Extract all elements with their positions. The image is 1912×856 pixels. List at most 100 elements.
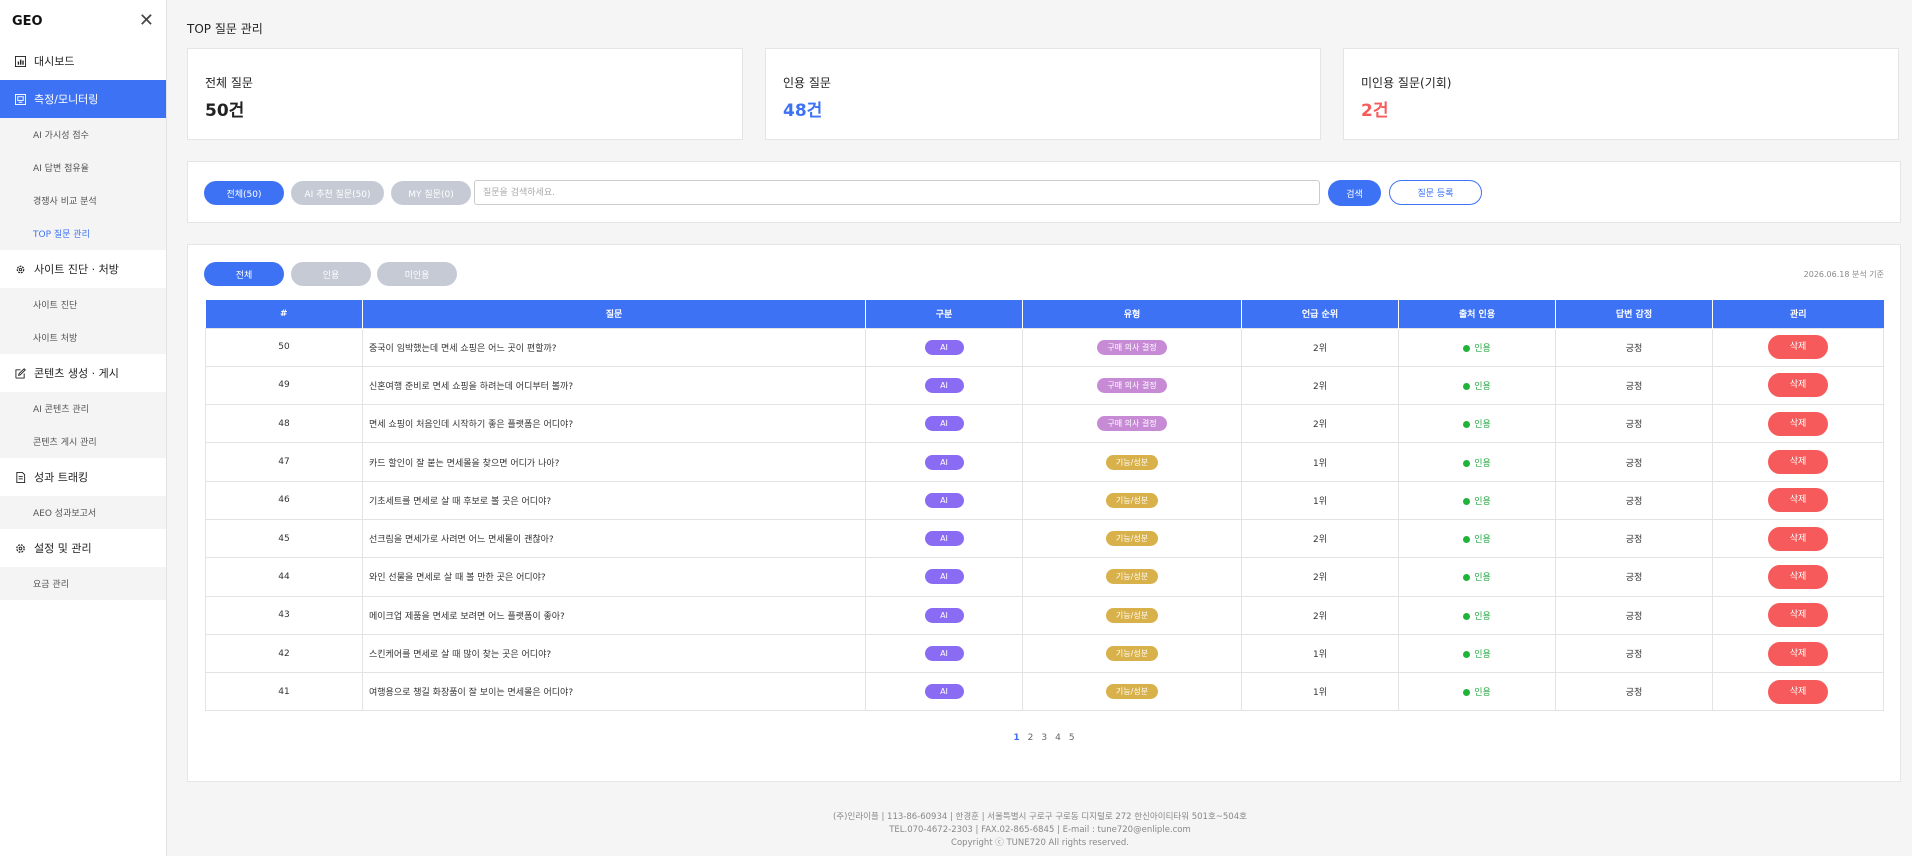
delete-button[interactable]: 삭제 xyxy=(1768,335,1828,360)
delete-button[interactable]: 삭제 xyxy=(1768,679,1828,704)
stat-card-uncited: 미인용 질문(기회) 2건 xyxy=(1343,48,1899,140)
row-manage-cell: 삭제 xyxy=(1712,480,1884,520)
sidebar-section-4[interactable]: 성과 트래킹 xyxy=(0,458,166,496)
citation-status: 인용 xyxy=(1463,573,1491,583)
delete-button[interactable]: 삭제 xyxy=(1768,564,1828,589)
delete-button[interactable]: 삭제 xyxy=(1768,641,1828,666)
sidebar-item[interactable]: AI 가시성 점수 xyxy=(0,118,166,151)
citation-label: 인용 xyxy=(1474,343,1491,354)
tab-filter-cited[interactable]: 인용 xyxy=(291,262,371,286)
sidebar-section-1[interactable]: 측정/모니터링 xyxy=(0,80,166,118)
analysis-date-note: 2026.06.18 분석 기준 xyxy=(1803,270,1884,279)
sidebar-section-5[interactable]: 설정 및 관리 xyxy=(0,529,166,567)
col-header-category: 구분 xyxy=(865,300,1023,328)
tab-my-questions[interactable]: MY 질문(0) xyxy=(391,181,471,205)
col-header-number: # xyxy=(205,300,363,328)
search-button[interactable]: 검색 xyxy=(1328,180,1381,206)
delete-button[interactable]: 삭제 xyxy=(1768,488,1828,513)
row-question: 와인 선물을 면세로 살 때 볼 만한 곳은 어디야? xyxy=(362,557,866,597)
row-type-cell: 구매 의사 결정 xyxy=(1022,404,1242,444)
row-citation-cell: 인용 xyxy=(1398,557,1556,597)
row-rank: 1위 xyxy=(1241,633,1399,674)
row-category-cell: AI xyxy=(865,365,1023,406)
sidebar-section-label: 측정/모니터링 xyxy=(34,93,99,106)
table-row: 48 면세 쇼핑이 처음인데 시작하기 좋은 플랫폼은 어디야? AI 구매 의사 결… xyxy=(205,404,1884,444)
table-row: 44 와인 선물을 면세로 살 때 볼 만한 곳은 어디야? AI 기능/성분 2위 인용… xyxy=(205,557,1884,597)
sidebar-item[interactable]: 콘텐츠 게시 관리 xyxy=(0,425,166,458)
category-badge: AI xyxy=(924,684,964,700)
row-type-cell: 기능/성분 xyxy=(1022,595,1242,635)
col-header-manage: 관리 xyxy=(1712,300,1884,328)
citation-status: 인용 xyxy=(1463,612,1491,622)
row-rank: 2위 xyxy=(1241,404,1399,444)
main-content: TOP 질문 관리 전체 질문 50건 인용 질문 48건 미인용 질문(기회)… xyxy=(168,0,1912,856)
page-link[interactable]: 2 xyxy=(1028,733,1034,743)
row-question: 기초세트를 면세로 살 때 후보로 볼 곳은 어디야? xyxy=(362,480,866,520)
stat-label: 미인용 질문(기회) xyxy=(1361,76,1452,90)
delete-button[interactable]: 삭제 xyxy=(1768,373,1828,398)
gear-icon xyxy=(14,263,26,275)
row-category-cell: AI xyxy=(865,327,1023,367)
row-type-cell: 기능/성분 xyxy=(1022,480,1242,520)
table-row: 50 중국이 임박했는데 면세 쇼핑은 어느 곳이 편할까? AI 구매 의사 결정 2… xyxy=(205,327,1884,367)
sidebar-item[interactable]: 경쟁사 비교 분석 xyxy=(0,184,166,217)
table-row: 49 신혼여행 준비로 면세 쇼핑을 하려는데 어디부터 볼까? AI 구매 의사 결… xyxy=(205,365,1884,406)
row-number: 44 xyxy=(205,557,363,597)
page-link[interactable]: 3 xyxy=(1041,733,1047,743)
sidebar-item[interactable]: AEO 성과보고서 xyxy=(0,496,166,529)
search-input[interactable] xyxy=(474,180,1320,205)
delete-button[interactable]: 삭제 xyxy=(1768,450,1828,475)
tab-filter-uncited[interactable]: 미인용 xyxy=(377,262,457,286)
stat-label: 전체 질문 xyxy=(205,76,253,90)
row-sentiment: 긍정 xyxy=(1555,633,1713,674)
status-dot-icon xyxy=(1463,651,1471,659)
row-number: 47 xyxy=(205,442,363,482)
delete-button[interactable]: 삭제 xyxy=(1768,411,1828,436)
sidebar-item[interactable]: 요금 관리 xyxy=(0,567,166,600)
row-rank: 2위 xyxy=(1241,595,1399,635)
tab-all-questions[interactable]: 전체(50) xyxy=(204,181,284,205)
row-question: 선크림을 면세가로 사려면 어느 면세몰이 괜찮아? xyxy=(362,518,866,559)
sidebar-item[interactable]: TOP 질문 관리 xyxy=(0,217,166,250)
row-rank: 1위 xyxy=(1241,480,1399,520)
row-manage-cell: 삭제 xyxy=(1712,404,1884,444)
sidebar-item[interactable]: 사이트 진단 xyxy=(0,288,166,321)
tab-filter-all[interactable]: 전체 xyxy=(204,262,284,286)
category-badge: AI xyxy=(924,607,964,623)
row-sentiment: 긍정 xyxy=(1555,327,1713,367)
close-icon[interactable]: ✕ xyxy=(139,12,154,30)
citation-status: 인용 xyxy=(1463,535,1491,545)
stat-value: 50건 xyxy=(205,101,245,121)
citation-status: 인용 xyxy=(1463,459,1491,469)
sidebar-section-2[interactable]: 사이트 진단 · 처방 xyxy=(0,250,166,288)
row-citation-cell: 인용 xyxy=(1398,480,1556,520)
sidebar-item[interactable]: AI 답변 점유율 xyxy=(0,151,166,184)
row-number: 45 xyxy=(205,518,363,559)
sidebar-section-3[interactable]: 콘텐츠 생성 · 게시 xyxy=(0,354,166,392)
tab-ai-questions[interactable]: AI 추천 질문(50) xyxy=(291,181,384,205)
delete-button[interactable]: 삭제 xyxy=(1768,603,1828,628)
page-link[interactable]: 5 xyxy=(1069,733,1075,743)
document-icon xyxy=(14,471,26,483)
sidebar-item[interactable]: AI 콘텐츠 관리 xyxy=(0,392,166,425)
row-manage-cell: 삭제 xyxy=(1712,365,1884,406)
category-badge: AI xyxy=(924,646,964,662)
sidebar-item[interactable]: 사이트 처방 xyxy=(0,321,166,354)
status-dot-icon xyxy=(1463,344,1471,352)
citation-label: 인용 xyxy=(1474,688,1491,699)
table-row: 43 메이크업 제품을 면세로 보려면 어느 플랫폼이 좋아? AI 기능/성분 2위 인… xyxy=(205,595,1884,635)
row-question: 신혼여행 준비로 면세 쇼핑을 하려는데 어디부터 볼까? xyxy=(362,365,866,406)
row-sentiment: 긍정 xyxy=(1555,557,1713,597)
row-question: 메이크업 제품을 면세로 보려면 어느 플랫폼이 좋아? xyxy=(362,595,866,635)
sidebar-section-0[interactable]: 대시보드 xyxy=(0,42,166,80)
page-link[interactable]: 1 xyxy=(1013,733,1019,743)
type-badge: 구매 의사 결정 xyxy=(1097,416,1167,432)
row-sentiment: 긍정 xyxy=(1555,442,1713,482)
type-badge: 기능/성분 xyxy=(1105,492,1159,508)
citation-label: 인용 xyxy=(1474,420,1491,431)
row-question: 면세 쇼핑이 처음인데 시작하기 좋은 플랫폼은 어디야? xyxy=(362,404,866,444)
sidebar-nav: 대시보드측정/모니터링 AI 가시성 점수 AI 답변 점유율 경쟁사 비교 분석 TO… xyxy=(0,42,166,600)
delete-button[interactable]: 삭제 xyxy=(1768,526,1828,551)
page-link[interactable]: 4 xyxy=(1055,733,1061,743)
register-question-button[interactable]: 질문 등록 xyxy=(1389,180,1482,205)
